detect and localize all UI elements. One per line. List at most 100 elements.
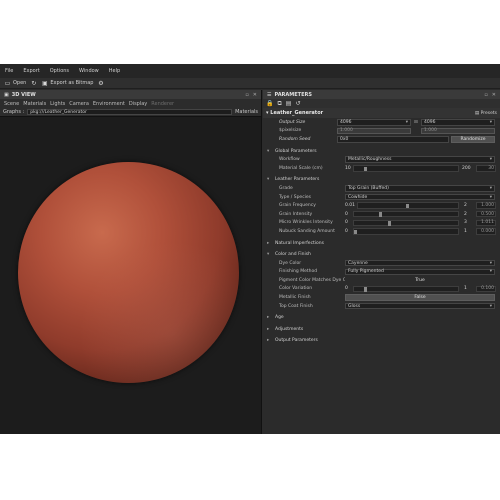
open-button[interactable]: ▭ Open bbox=[4, 80, 27, 87]
type-species-select[interactable]: Cowhide bbox=[345, 193, 495, 201]
pigment-match-toggle[interactable]: True bbox=[345, 276, 495, 284]
link-icon[interactable]: ⊟ bbox=[414, 120, 418, 125]
param-random-seed: Random Seed 0x0 Randomize bbox=[263, 135, 500, 144]
pixelsize-a[interactable]: 1.000 bbox=[337, 127, 411, 135]
app-window: File Export Options Window Help ▭ Open ↻… bbox=[0, 64, 500, 434]
pixelsize-b[interactable]: 1.000 bbox=[421, 127, 495, 135]
toolbar: ▭ Open ↻ ▣ Export as Bitmap ⚙ bbox=[0, 78, 500, 89]
menu-lights[interactable]: Lights bbox=[50, 101, 65, 107]
grain-frequency-label: Grain Frequency bbox=[279, 203, 316, 209]
metallic-finish-toggle[interactable]: False bbox=[345, 294, 495, 302]
reset-icon[interactable]: ↺ bbox=[295, 100, 300, 107]
material-scale-value[interactable]: 30 bbox=[476, 165, 496, 172]
slider-handle[interactable] bbox=[387, 221, 391, 226]
param-color-variation: Color Variation 0 1 0.100 bbox=[263, 285, 500, 294]
close-icon[interactable]: ✕ bbox=[253, 92, 257, 98]
menu-window[interactable]: Window bbox=[79, 68, 99, 74]
chevron-right-icon: ▸ bbox=[267, 240, 270, 246]
section-adjustments[interactable]: ▸ Adjustments bbox=[263, 325, 500, 334]
grain-intensity-value[interactable]: 0.500 bbox=[476, 210, 496, 218]
nubuck-slider[interactable] bbox=[353, 228, 459, 235]
section-output[interactable]: ▸ Output Parameters bbox=[263, 337, 500, 346]
section-leather[interactable]: ▾ Leather Parameters bbox=[263, 176, 500, 185]
slider-handle[interactable] bbox=[364, 287, 367, 292]
section-age[interactable]: ▸ Age bbox=[263, 313, 500, 322]
param-dye-color: Dye Color Cayenne bbox=[263, 259, 500, 268]
float-icon[interactable]: ▫ bbox=[484, 92, 487, 98]
slider-handle[interactable] bbox=[406, 203, 409, 209]
section-color-label: Color and Finish bbox=[275, 252, 311, 258]
menu-options[interactable]: Options bbox=[50, 68, 69, 74]
graph-name[interactable]: ▾ Leather_Generator bbox=[266, 110, 323, 116]
color-variation-value[interactable]: 0.100 bbox=[476, 285, 496, 293]
top-coat-select[interactable]: Gloss bbox=[345, 302, 495, 310]
gear-icon[interactable]: ⚙ bbox=[97, 80, 104, 87]
menu-export[interactable]: Export bbox=[23, 68, 39, 74]
output-size-width[interactable]: 4096 bbox=[337, 119, 411, 126]
grain-frequency-min: 0.01 bbox=[345, 203, 356, 209]
menu-materials[interactable]: Materials bbox=[23, 101, 46, 107]
menu-file[interactable]: File bbox=[5, 68, 13, 74]
menu-camera[interactable]: Camera bbox=[69, 101, 89, 107]
micro-wrinkles-max: 3 bbox=[464, 220, 467, 226]
graph-selector-row: Graphs : pkg:///Leather_Generator Materi… bbox=[0, 108, 261, 117]
dye-color-label: Dye Color bbox=[279, 260, 302, 266]
grain-intensity-max: 2 bbox=[464, 211, 467, 217]
parameters-panel: ☰ PARAMETERS ▫ ✕ 🔒 ⧉ ▤ ↺ ▾ Leather_Gener… bbox=[263, 90, 500, 434]
color-variation-slider[interactable] bbox=[353, 285, 459, 293]
menu-scene[interactable]: Scene bbox=[4, 101, 19, 107]
menu-display[interactable]: Display bbox=[129, 101, 147, 107]
menu-bar: File Export Options Window Help bbox=[0, 64, 500, 78]
dye-color-select[interactable]: Cayenne bbox=[345, 259, 495, 267]
copy-icon[interactable]: ⧉ bbox=[277, 100, 281, 108]
float-icon[interactable]: ▫ bbox=[245, 92, 248, 98]
param-pixelsize: $pixelsize 1.000 1.000 bbox=[263, 127, 500, 136]
param-grade: Grade Top Grain (Buffed) bbox=[263, 184, 500, 193]
3d-view-menu: Scene Materials Lights Camera Environmen… bbox=[0, 99, 261, 108]
micro-wrinkles-slider[interactable] bbox=[353, 219, 459, 227]
grain-frequency-value[interactable]: 1.000 bbox=[476, 202, 496, 209]
menu-help[interactable]: Help bbox=[109, 68, 120, 74]
nubuck-max: 1 bbox=[464, 228, 467, 234]
slider-handle[interactable] bbox=[379, 212, 382, 217]
material-preview-sphere bbox=[18, 162, 239, 383]
parameters-toolbar: 🔒 ⧉ ▤ ↺ bbox=[263, 99, 500, 108]
chevron-right-icon: ▸ bbox=[267, 338, 270, 344]
color-variation-label: Color Variation bbox=[279, 286, 313, 292]
graph-select[interactable]: pkg:///Leather_Generator bbox=[27, 109, 233, 115]
workflow-select[interactable]: Metallic/Roughness bbox=[345, 156, 495, 163]
grain-frequency-slider[interactable] bbox=[357, 202, 459, 209]
section-color[interactable]: ▾ Color and Finish bbox=[263, 250, 500, 259]
output-size-height[interactable]: 4096 bbox=[421, 119, 495, 126]
export-label: Export as Bitmap bbox=[50, 80, 94, 86]
close-icon[interactable]: ✕ bbox=[492, 92, 496, 98]
randomize-button[interactable]: Randomize bbox=[451, 135, 495, 143]
3d-viewport[interactable] bbox=[0, 117, 261, 434]
section-output-label: Output Parameters bbox=[275, 338, 318, 344]
material-scale-slider[interactable] bbox=[353, 165, 459, 172]
section-global[interactable]: ▾ Global Parameters bbox=[263, 147, 500, 156]
presets-button[interactable]: ▤ Presets bbox=[475, 111, 497, 116]
nubuck-min: 0 bbox=[345, 228, 348, 234]
micro-wrinkles-value[interactable]: 1.011 bbox=[476, 219, 496, 227]
menu-renderer[interactable]: Renderer bbox=[151, 101, 174, 107]
reload-icon[interactable]: ↻ bbox=[30, 80, 37, 87]
finishing-method-select[interactable]: Fully Pigmented bbox=[345, 268, 495, 276]
open-label: Open bbox=[13, 80, 27, 86]
sliders-icon: ☰ bbox=[267, 91, 272, 98]
section-natural[interactable]: ▸ Natural Imperfections bbox=[263, 239, 500, 248]
grade-select[interactable]: Top Grain (Buffed) bbox=[345, 185, 495, 192]
nubuck-value[interactable]: 0.000 bbox=[476, 228, 496, 235]
paste-icon[interactable]: ▤ bbox=[286, 100, 292, 107]
lock-icon[interactable]: 🔒 bbox=[266, 100, 273, 107]
param-workflow: Workflow Metallic/Roughness bbox=[263, 155, 500, 164]
grain-intensity-slider[interactable] bbox=[353, 210, 459, 218]
random-seed-label: Random Seed bbox=[279, 136, 311, 142]
param-grain-intensity: Grain Intensity 0 2 0.500 bbox=[263, 210, 500, 219]
random-seed-field[interactable]: 0x0 bbox=[337, 136, 449, 143]
slider-handle[interactable] bbox=[354, 229, 357, 235]
export-bitmap-button[interactable]: ▣ Export as Bitmap bbox=[41, 80, 93, 87]
parameters-title: PARAMETERS bbox=[274, 91, 312, 98]
menu-environment[interactable]: Environment bbox=[93, 101, 125, 107]
slider-handle[interactable] bbox=[364, 166, 367, 172]
